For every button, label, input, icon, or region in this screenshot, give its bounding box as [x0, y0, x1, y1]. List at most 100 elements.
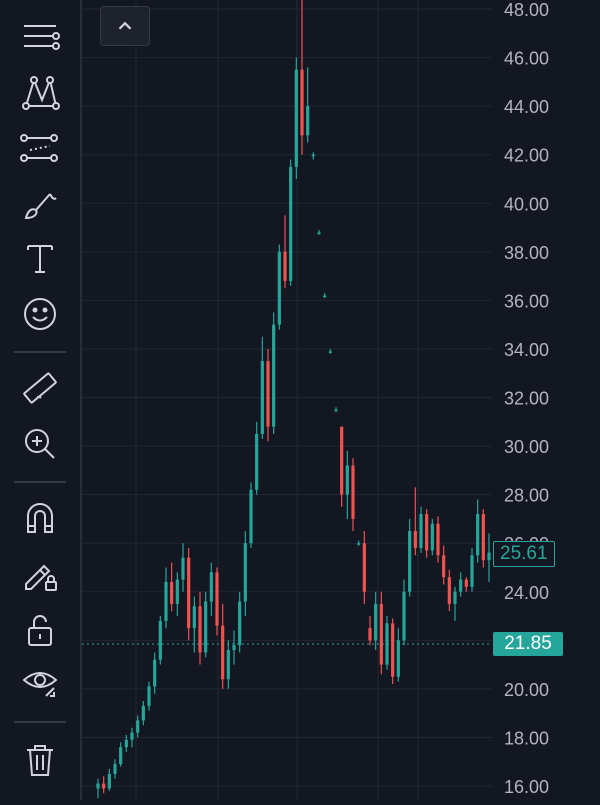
candle-body — [215, 572, 219, 626]
y-axis-tick-label: 42.00 — [504, 146, 549, 166]
candle-body — [209, 572, 213, 602]
candle-body — [96, 783, 100, 789]
candle-body — [317, 232, 321, 234]
trash-icon[interactable] — [14, 738, 66, 782]
candle-body — [362, 543, 366, 592]
candle-body — [311, 154, 315, 157]
candle-body — [402, 591, 406, 641]
candle-body — [453, 591, 457, 604]
forecasting-icon[interactable] — [14, 126, 66, 170]
candle-body — [487, 552, 491, 561]
y-axis-tick-label: 30.00 — [504, 437, 549, 457]
candle-body — [181, 557, 185, 580]
candle-body — [368, 628, 372, 641]
candle-body — [470, 555, 474, 587]
candle-body — [102, 783, 106, 789]
zoom-in-icon[interactable] — [14, 422, 66, 466]
candle-body — [119, 747, 123, 765]
y-axis-tick-label: 34.00 — [504, 340, 549, 360]
candle-body — [385, 623, 389, 665]
toolbar-divider — [14, 721, 66, 723]
y-axis-tick-label: 24.00 — [504, 583, 549, 603]
y-axis-tick-label: 16.00 — [504, 777, 549, 797]
candle-body — [442, 555, 446, 578]
y-axis-tick-label: 20.00 — [504, 680, 549, 700]
toolbar-divider — [14, 481, 66, 483]
price-chart[interactable]: 48.00 46.00 44.00 42.00 40.00 38.00 36.00 34.00… — [82, 0, 600, 800]
candle-body — [430, 523, 434, 551]
candle-body — [447, 577, 451, 604]
trend-lines-icon[interactable] — [14, 14, 66, 58]
candle-body — [232, 645, 236, 651]
candle-body — [164, 582, 168, 621]
candle-body — [226, 650, 230, 680]
candle-body — [124, 739, 128, 748]
last-price-label: 25.61 — [493, 540, 555, 567]
candle-body — [175, 579, 179, 604]
candle-body — [107, 773, 111, 789]
candle-body — [238, 601, 242, 646]
y-axis-tick-label: 32.00 — [504, 389, 549, 409]
y-axis-tick-label: 38.00 — [504, 243, 549, 263]
candle-body — [283, 251, 287, 281]
candle-body — [425, 514, 429, 551]
candle-body — [413, 531, 417, 549]
brush-icon[interactable] — [14, 182, 66, 226]
candle-body — [289, 166, 293, 281]
candle-body — [294, 69, 298, 167]
candle-body — [379, 603, 383, 665]
candle-body — [340, 426, 344, 495]
candle-body — [187, 557, 191, 629]
collapse-button[interactable] — [100, 6, 150, 46]
candle-body — [260, 361, 264, 434]
ruler-icon[interactable] — [14, 366, 66, 410]
candle-body — [300, 69, 304, 136]
candle-body — [419, 514, 423, 549]
magnet-icon[interactable] — [14, 496, 66, 540]
eye-icon[interactable] — [14, 660, 66, 704]
candle-body — [391, 623, 395, 677]
candle-body — [357, 543, 361, 545]
crosshair-price-label: 21.85 — [493, 631, 563, 656]
candle-body — [436, 523, 440, 556]
candle-body — [136, 720, 140, 733]
candle-body — [476, 514, 480, 556]
chevron-up-icon — [118, 21, 132, 30]
candle-body — [221, 625, 225, 680]
candle-body — [306, 106, 310, 136]
candle-body — [374, 603, 378, 641]
candle-body — [130, 732, 134, 740]
y-axis-tick-label: 46.00 — [504, 49, 549, 69]
candle-body — [255, 433, 259, 490]
y-axis-tick-label: 44.00 — [504, 97, 549, 117]
candle-body — [481, 514, 485, 561]
candle-body — [204, 601, 208, 653]
y-axis-tick-label: 48.00 — [504, 0, 549, 20]
y-axis-tick-label: 28.00 — [504, 486, 549, 506]
candle-body — [277, 251, 281, 325]
y-axis-tick-label: 18.00 — [504, 728, 549, 748]
emoji-icon[interactable] — [14, 292, 66, 336]
text-icon[interactable] — [14, 236, 66, 280]
candle-body — [113, 764, 117, 774]
candle-body — [345, 465, 349, 495]
candle-body — [464, 579, 468, 587]
candle-body — [334, 409, 338, 412]
drawing-toolbar — [0, 0, 82, 800]
chart-area[interactable]: 48.00 46.00 44.00 42.00 40.00 38.00 36.00 34.00… — [82, 0, 600, 800]
candle-body — [266, 361, 270, 427]
candle-body — [243, 543, 247, 602]
toolbar-divider — [14, 351, 66, 353]
candle-body — [408, 531, 412, 592]
unlock-icon[interactable] — [14, 608, 66, 652]
candle-body — [459, 579, 463, 592]
candle-body — [170, 582, 174, 604]
candle-body — [158, 620, 162, 660]
y-axis-tick-label: 36.00 — [504, 291, 549, 311]
patterns-icon[interactable] — [14, 70, 66, 114]
candle-body — [323, 295, 327, 298]
candle-body — [272, 324, 276, 427]
candle-body — [192, 606, 196, 629]
lock-drawing-icon[interactable] — [14, 552, 66, 596]
y-axis-tick-label: 40.00 — [504, 194, 549, 214]
